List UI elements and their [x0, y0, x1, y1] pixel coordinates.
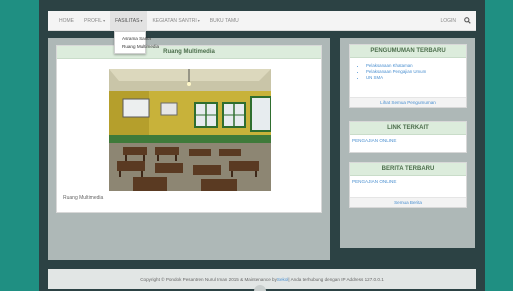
- all-news-link[interactable]: Semua Berita: [350, 197, 466, 207]
- fasilitas-dropdown: Asrama Santri Ruang Multimedia: [114, 31, 159, 54]
- nav-kegiatan-label: KEGIATAN SANTRI: [152, 17, 197, 24]
- nav-fasilitas-label: FASILITAS: [115, 17, 140, 24]
- search-icon[interactable]: [461, 11, 473, 31]
- news-title: BERITA TERBARU: [350, 163, 466, 176]
- photo-caption: Ruang Multimedia: [63, 195, 104, 201]
- login-label: LOGIN: [440, 17, 456, 24]
- top-navbar: HOME PROFIL ▾ FASILITAS ▾ KEGIATAN SANTR…: [48, 10, 476, 31]
- footer-copyright: Copyright © Pondok Pesantren Nurul Iman …: [140, 276, 277, 282]
- nav-profil[interactable]: PROFIL ▾: [79, 11, 110, 31]
- page-title: Ruang Multimedia: [57, 46, 321, 59]
- scroll-top-button[interactable]: [254, 285, 266, 291]
- announcements-widget: PENGUMUMAN TERBARU Pelaksanaan Khataman …: [349, 44, 467, 108]
- nav-buku-tamu-label: BUKU TAMU: [209, 17, 239, 24]
- nav-profil-label: PROFIL: [84, 17, 103, 24]
- chevron-down-icon: ▾: [140, 18, 143, 23]
- all-announcements-link[interactable]: Lihat Semua Pengumuman: [350, 97, 466, 107]
- news-item[interactable]: PENGAJIAN ONLINE: [350, 176, 466, 184]
- footer-maintainer-link[interactable]: Sekol: [277, 277, 289, 282]
- multimedia-room-photo: [109, 69, 271, 191]
- chevron-down-icon: ▾: [197, 18, 200, 23]
- sidebar: PENGUMUMAN TERBARU Pelaksanaan Khataman …: [340, 38, 475, 248]
- nav-home[interactable]: HOME: [48, 11, 79, 31]
- announcement-item[interactable]: UN SMA: [366, 75, 466, 81]
- links-widget: LINK TERKAIT PENGAJIAN ONLINE: [349, 121, 467, 153]
- dropdown-item-asrama[interactable]: Asrama Santri: [115, 35, 151, 43]
- footer-ip-text: | Anda terhubung dengan IP Address 127.0…: [288, 276, 384, 282]
- chevron-down-icon: ▾: [103, 18, 106, 23]
- nav-buku-tamu[interactable]: BUKU TAMU: [205, 11, 244, 31]
- news-widget: BERITA TERBARU PENGAJIAN ONLINE Semua Be…: [349, 162, 467, 208]
- announcements-title: PENGUMUMAN TERBARU: [350, 45, 466, 58]
- nav-fasilitas[interactable]: FASILITAS ▾: [110, 10, 148, 31]
- link-item[interactable]: PENGAJIAN ONLINE: [350, 135, 466, 143]
- announcements-list: Pelaksanaan Khataman Pelaksanaan Pengaji…: [350, 58, 466, 81]
- dropdown-item-multimedia[interactable]: Ruang Multimedia: [115, 43, 159, 51]
- links-title: LINK TERKAIT: [350, 122, 466, 135]
- nav-kegiatan-santri[interactable]: KEGIATAN SANTRI ▾: [147, 11, 204, 31]
- login-link[interactable]: LOGIN: [435, 11, 461, 31]
- content-box: Ruang Multimedia Ruang Multimedia: [56, 45, 322, 213]
- nav-home-label: HOME: [59, 17, 74, 24]
